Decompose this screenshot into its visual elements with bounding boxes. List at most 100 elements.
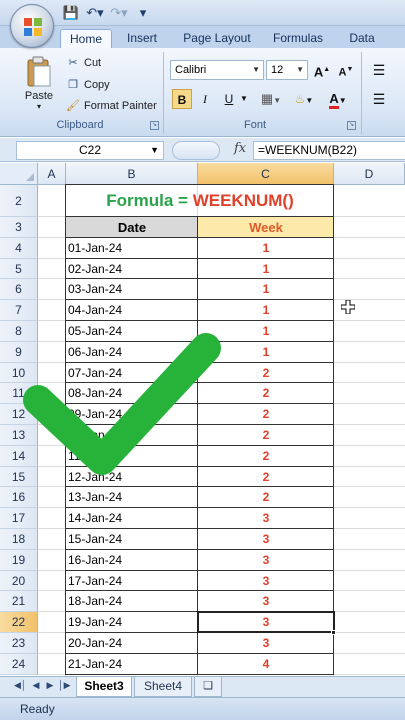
office-button[interactable] bbox=[10, 4, 54, 48]
next-sheet-icon[interactable]: ▶ bbox=[44, 680, 56, 691]
cut-button[interactable]: ✂ Cut bbox=[66, 54, 101, 72]
font-color-icon[interactable]: A▼ bbox=[323, 89, 353, 109]
sheet-tab-sheet4[interactable]: Sheet4 bbox=[134, 677, 192, 697]
row-header[interactable]: 24 bbox=[0, 653, 38, 675]
borders-icon[interactable]: ▦▼ bbox=[256, 89, 286, 109]
week-cell[interactable]: 3 bbox=[198, 550, 334, 571]
week-cell[interactable]: 2 bbox=[198, 487, 334, 508]
week-cell[interactable]: 2 bbox=[198, 425, 334, 446]
underline-button[interactable]: U bbox=[219, 89, 239, 109]
row-header[interactable]: 20 bbox=[0, 570, 38, 592]
date-cell[interactable]: 13-Jan-24 bbox=[66, 487, 198, 508]
grow-font-icon[interactable]: A▲ bbox=[312, 60, 332, 80]
chevron-down-icon[interactable]: ▼ bbox=[150, 142, 159, 159]
week-cell[interactable]: 3 bbox=[198, 508, 334, 529]
header-week-cell[interactable]: Week bbox=[198, 217, 334, 238]
week-cell[interactable]: 1 bbox=[198, 238, 334, 259]
date-cell[interactable]: 05-Jan-24 bbox=[66, 321, 198, 342]
shrink-font-icon[interactable]: A▼ bbox=[336, 60, 356, 80]
week-cell[interactable]: 3 bbox=[198, 591, 334, 612]
row-header[interactable]: 3 bbox=[0, 217, 38, 238]
row-header[interactable]: 13 bbox=[0, 425, 38, 446]
week-cell[interactable]: 3 bbox=[198, 571, 334, 592]
prev-sheet-icon[interactable]: ◀ bbox=[30, 680, 42, 691]
row-header[interactable]: 22 bbox=[0, 612, 38, 633]
fill-color-icon[interactable]: ♨▼ bbox=[289, 89, 319, 109]
paste-dropdown-icon[interactable]: ▾ bbox=[20, 102, 58, 111]
date-cell[interactable]: 08-Jan-24 bbox=[66, 383, 198, 404]
header-date-cell[interactable]: Date bbox=[66, 217, 198, 238]
tab-home[interactable]: Home bbox=[60, 29, 112, 48]
fill-handle[interactable] bbox=[331, 630, 336, 635]
insert-sheet-icon[interactable]: ❏ bbox=[194, 677, 222, 697]
week-cell[interactable]: 1 bbox=[198, 321, 334, 342]
week-cell[interactable]: 2 bbox=[198, 383, 334, 404]
row-header[interactable]: 15 bbox=[0, 466, 38, 488]
column-header-b[interactable]: B bbox=[66, 163, 198, 185]
last-sheet-icon[interactable]: │▶ bbox=[58, 680, 71, 691]
title-cell[interactable]: Formula = WEEKNUM() bbox=[66, 185, 334, 217]
redo-icon[interactable]: ↷▾ bbox=[110, 5, 128, 21]
row-header[interactable]: 21 bbox=[0, 591, 38, 613]
row-header[interactable]: 11 bbox=[0, 383, 38, 405]
week-cell[interactable]: 1 bbox=[198, 259, 334, 280]
row-header[interactable]: 12 bbox=[0, 404, 38, 425]
row-header[interactable]: 19 bbox=[0, 549, 38, 571]
row-header[interactable]: 2 bbox=[0, 185, 38, 217]
row-header[interactable]: 5 bbox=[0, 258, 38, 280]
row-header[interactable]: 18 bbox=[0, 529, 38, 550]
week-cell[interactable]: 3 bbox=[198, 529, 334, 550]
undo-icon[interactable]: ↶▾ bbox=[86, 5, 104, 21]
row-header[interactable]: 7 bbox=[0, 300, 38, 321]
paste-icon[interactable] bbox=[26, 56, 52, 88]
bold-button[interactable]: B bbox=[172, 89, 192, 109]
date-cell[interactable]: 16-Jan-24 bbox=[66, 550, 198, 571]
font-dialog-launcher-icon[interactable]: ↘ bbox=[347, 121, 356, 130]
date-cell[interactable]: 17-Jan-24 bbox=[66, 571, 198, 592]
customize-toolbar-icon[interactable]: ▾ bbox=[134, 5, 152, 21]
date-cell[interactable]: 01-Jan-24 bbox=[66, 238, 198, 259]
date-cell[interactable]: 02-Jan-24 bbox=[66, 259, 198, 280]
row-header[interactable]: 8 bbox=[0, 321, 38, 342]
week-cell[interactable]: 2 bbox=[198, 467, 334, 488]
align-left-icon[interactable]: ☰ bbox=[368, 89, 390, 109]
week-cell[interactable]: 2 bbox=[198, 404, 334, 425]
insert-function-icon[interactable]: fx bbox=[234, 141, 246, 156]
date-cell[interactable]: 10-Jan-24 bbox=[66, 425, 198, 446]
paste-button[interactable]: Paste ▾ bbox=[20, 90, 58, 111]
font-name-select[interactable]: Calibri ▼ bbox=[170, 60, 264, 80]
save-icon[interactable]: 💾 bbox=[62, 5, 80, 21]
tab-page-layout[interactable]: Page Layout bbox=[178, 29, 256, 48]
date-cell[interactable]: 12-Jan-24 bbox=[66, 467, 198, 488]
week-cell[interactable]: 4 bbox=[198, 654, 334, 675]
column-header-d[interactable]: D bbox=[334, 163, 405, 185]
select-all-corner[interactable] bbox=[0, 163, 38, 185]
row-header[interactable]: 10 bbox=[0, 362, 38, 384]
row-header[interactable]: 14 bbox=[0, 445, 38, 467]
tab-data[interactable]: Data bbox=[342, 29, 382, 48]
date-cell[interactable]: 03-Jan-24 bbox=[66, 279, 198, 300]
row-header[interactable]: 9 bbox=[0, 341, 38, 363]
active-cell-selection[interactable] bbox=[197, 611, 335, 633]
date-cell[interactable]: 11-Jan-24 bbox=[66, 446, 198, 467]
clipboard-dialog-launcher-icon[interactable]: ↘ bbox=[150, 121, 159, 130]
name-box[interactable]: C22 ▼ bbox=[16, 141, 164, 160]
column-header-c[interactable]: C bbox=[198, 163, 334, 185]
sheet-tab-sheet3[interactable]: Sheet3 bbox=[76, 677, 132, 697]
row-header[interactable]: 6 bbox=[0, 279, 38, 301]
date-cell[interactable]: 04-Jan-24 bbox=[66, 300, 198, 321]
date-cell[interactable]: 20-Jan-24 bbox=[66, 633, 198, 654]
date-cell[interactable]: 09-Jan-24 bbox=[66, 404, 198, 425]
date-cell[interactable]: 21-Jan-24 bbox=[66, 654, 198, 675]
row-header[interactable]: 4 bbox=[0, 237, 38, 259]
row-header[interactable]: 16 bbox=[0, 487, 38, 509]
first-sheet-icon[interactable]: ◀│ bbox=[14, 680, 27, 691]
date-cell[interactable]: 19-Jan-24 bbox=[66, 612, 198, 633]
copy-button[interactable]: ❐ Copy bbox=[66, 76, 110, 94]
week-cell[interactable]: 3 bbox=[198, 633, 334, 654]
date-cell[interactable]: 15-Jan-24 bbox=[66, 529, 198, 550]
date-cell[interactable]: 18-Jan-24 bbox=[66, 591, 198, 612]
align-top-icon[interactable]: ☰ bbox=[368, 60, 390, 80]
row-header[interactable]: 23 bbox=[0, 633, 38, 654]
column-header-a[interactable]: A bbox=[38, 163, 66, 185]
